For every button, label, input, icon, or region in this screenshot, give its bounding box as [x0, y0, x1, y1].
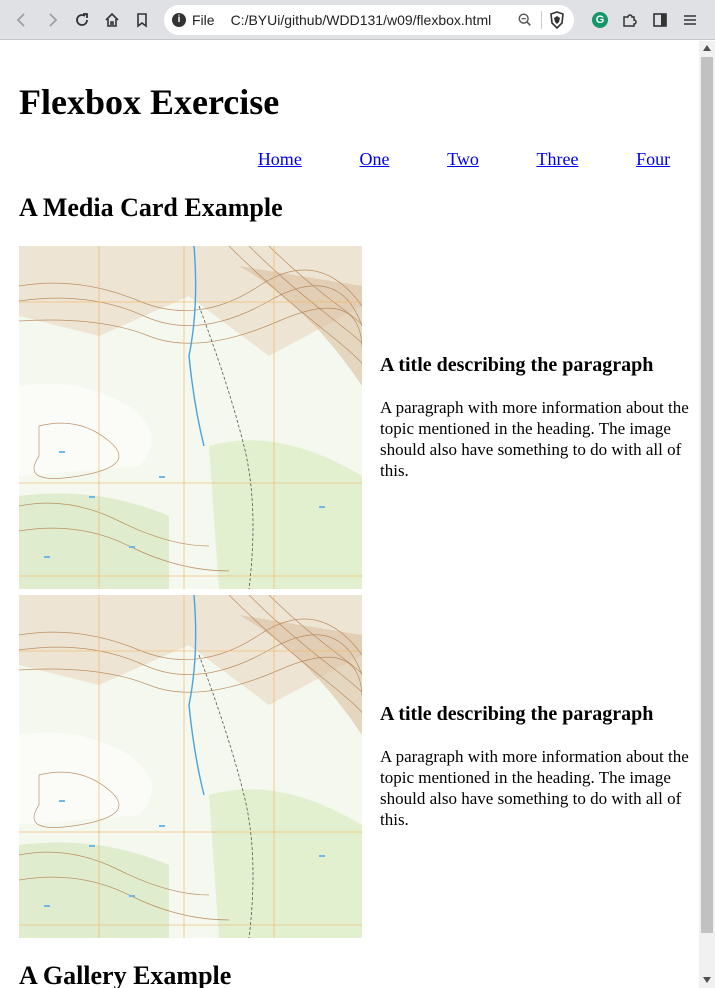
- omnibox-divider: [541, 10, 542, 29]
- nav-link-three[interactable]: Three: [536, 149, 578, 170]
- media-card-text: A title describing the paragraph A parag…: [380, 703, 690, 830]
- nav-link-home[interactable]: Home: [258, 149, 302, 170]
- card-title: A title describing the paragraph: [380, 703, 654, 725]
- side-panel-icon[interactable]: [646, 6, 674, 34]
- back-icon[interactable]: [8, 6, 36, 34]
- card-paragraph: A paragraph with more information about …: [380, 398, 689, 480]
- topographic-map-image: [19, 246, 362, 589]
- scroll-down-arrow-icon[interactable]: [703, 977, 711, 983]
- nav-link-one[interactable]: One: [359, 149, 389, 170]
- topographic-map-image: [19, 595, 362, 938]
- url-text[interactable]: C:/BYUi/github/WDD131/w09/flexbox.html: [231, 12, 515, 28]
- forward-icon[interactable]: [38, 6, 66, 34]
- home-icon[interactable]: [98, 6, 126, 34]
- nav-link-two[interactable]: Two: [447, 149, 479, 170]
- media-card-text: A title describing the paragraph A parag…: [380, 354, 690, 481]
- scrollbar-thumb[interactable]: [701, 57, 713, 933]
- card-paragraph: A paragraph with more information about …: [380, 747, 689, 829]
- address-bar[interactable]: i File C:/BYUi/github/WDD131/w09/flexbox…: [164, 4, 574, 35]
- vertical-scrollbar[interactable]: [699, 41, 715, 988]
- url-scheme: File: [192, 11, 215, 28]
- reload-icon[interactable]: [68, 6, 96, 34]
- brave-shields-icon[interactable]: [548, 10, 566, 29]
- zoom-icon[interactable]: [515, 10, 535, 30]
- main-nav: Home One Two Three Four: [229, 149, 699, 170]
- browser-toolbar: i File C:/BYUi/github/WDD131/w09/flexbox…: [0, 0, 715, 40]
- site-info-icon[interactable]: i: [172, 12, 186, 27]
- media-card: A title describing the paragraph A parag…: [19, 246, 699, 589]
- card-title: A title describing the paragraph: [380, 354, 654, 376]
- page-title: Flexbox Exercise: [19, 82, 280, 122]
- menu-icon[interactable]: [676, 6, 704, 34]
- media-card: A title describing the paragraph A parag…: [19, 595, 699, 938]
- media-card-heading: A Media Card Example: [19, 193, 283, 222]
- page-viewport: Flexbox Exercise Home One Two Three Four…: [0, 41, 699, 988]
- bookmark-icon[interactable]: [128, 6, 156, 34]
- extensions-puzzle-icon[interactable]: [616, 6, 644, 34]
- gallery-heading: A Gallery Example: [19, 961, 232, 988]
- grammarly-extension-icon[interactable]: G: [586, 6, 614, 34]
- nav-link-four[interactable]: Four: [636, 149, 670, 170]
- scroll-up-arrow-icon[interactable]: [703, 45, 711, 51]
